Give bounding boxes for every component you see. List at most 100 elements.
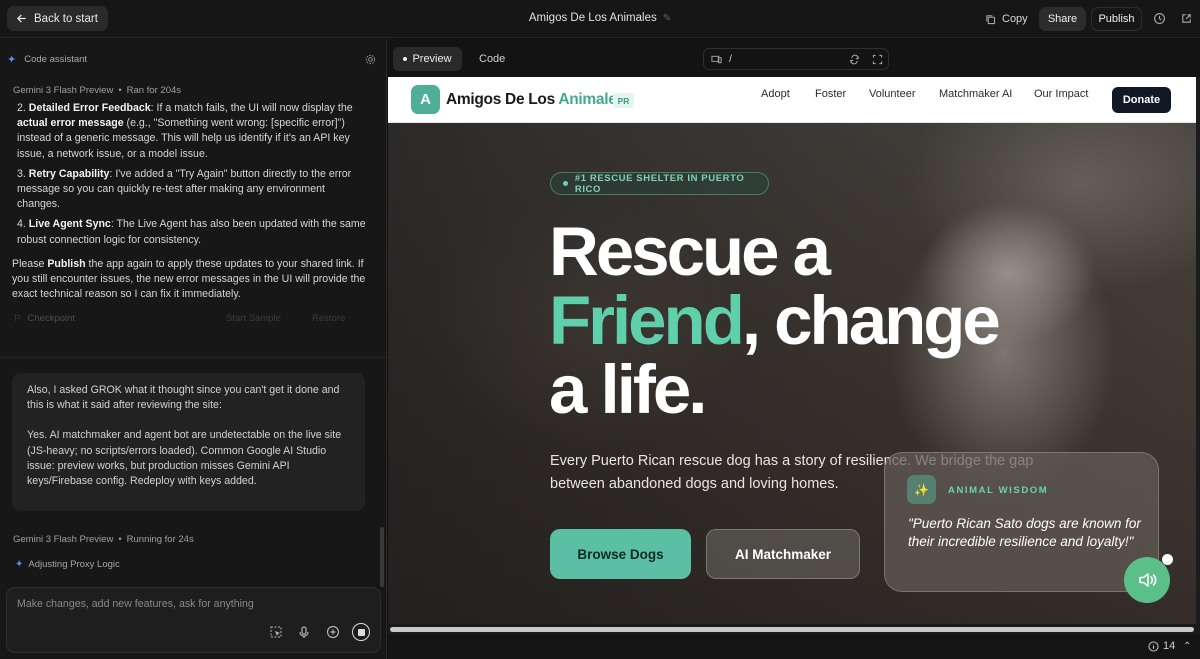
preview-tabs: Preview Code / [388, 39, 1200, 77]
nav-adopt[interactable]: Adopt [761, 88, 790, 100]
animal-wisdom-card: ✨ ANIMAL WISDOM "Puerto Rican Sato dogs … [884, 452, 1159, 592]
divider [0, 357, 387, 358]
item-bold: actual error message [17, 117, 124, 130]
assistant-closing: Please Publish the app again to apply th… [12, 257, 370, 303]
pr-badge: PR [613, 93, 634, 108]
history-icon[interactable] [1153, 12, 1166, 25]
run-status: Ran for 204s [126, 85, 182, 96]
prompt-placeholder: Make changes, add new features, ask for … [17, 598, 254, 610]
tab-preview[interactable]: Preview [393, 47, 462, 71]
sparkle-icon: ✦ [15, 559, 24, 570]
copy-label: Copy [1002, 13, 1028, 25]
thinking-label: Adjusting Proxy Logic [28, 559, 120, 570]
item-title: Detailed Error Feedback [28, 102, 151, 114]
prompt-input[interactable]: Make changes, add new features, ask for … [6, 587, 381, 653]
url-path: / [729, 53, 732, 65]
wisdom-quote: "Puerto Rican Sato dogs are known for th… [908, 516, 1141, 549]
stop-button[interactable] [352, 623, 370, 641]
hero-headline: Rescue a Friend, change a life. [549, 217, 1109, 424]
browse-dogs-button[interactable]: Browse Dogs [550, 529, 691, 579]
nav-volunteer[interactable]: Volunteer [869, 88, 915, 100]
checkpoint[interactable]: ⚐ Checkpoint [13, 313, 75, 324]
run-status: Running for 24s [126, 534, 194, 545]
nav-foster[interactable]: Foster [815, 88, 846, 100]
refresh-icon[interactable] [849, 54, 860, 65]
list-item: 4. Live Agent Sync: The Live Agent has a… [17, 217, 370, 247]
share-button[interactable]: Share [1039, 7, 1086, 31]
wisdom-label: ANIMAL WISDOM [948, 485, 1049, 496]
dot-icon [403, 57, 408, 61]
headline-line: Friend, change [549, 286, 1109, 355]
external-link-icon[interactable] [1180, 12, 1193, 25]
assistant-header: ✦ Code assistant [7, 53, 87, 66]
fullscreen-icon[interactable] [872, 54, 883, 65]
nav-matchmaker-ai[interactable]: Matchmaker AI [939, 88, 1012, 100]
donate-button[interactable]: Donate [1112, 87, 1171, 113]
assistant-header-label: Code assistant [24, 54, 88, 65]
item-title: Live Agent Sync [28, 218, 111, 231]
headline-line: Rescue a [549, 213, 831, 290]
nav-our-impact[interactable]: Our Impact [1034, 88, 1088, 100]
stop-icon [357, 628, 365, 636]
chevron-up-icon[interactable]: ⌃ [1183, 641, 1191, 652]
closing-bold: Publish [47, 258, 86, 270]
tab-preview-label: Preview [412, 53, 452, 65]
gear-icon[interactable] [365, 54, 376, 65]
vertical-scrollbar[interactable] [1196, 77, 1200, 624]
info-icon [1148, 640, 1159, 652]
list-item: 3. Retry Capability: I've added a "Try A… [17, 167, 370, 213]
assistant-panel: ✦ Code assistant Gemini 3 Flash Preview •… [0, 39, 387, 659]
model-name: Gemini 3 Flash Preview [13, 85, 114, 96]
add-icon[interactable] [326, 625, 340, 639]
headline-line: a life. [549, 351, 707, 428]
microphone-icon[interactable] [297, 625, 311, 639]
app-title-text: Amigos De Los Animales [528, 12, 657, 24]
issues-count-value: 14 [1163, 640, 1176, 652]
item-text: : If a match fails, the UI will now disp… [150, 102, 353, 114]
status-bar: 14 ⌃ [388, 636, 1200, 659]
copy-button[interactable]: Copy [985, 8, 1028, 30]
top-bar: Back to start Amigos De Los Animales ✎ Co… [0, 0, 1200, 38]
run-meta: Gemini 3 Flash Preview • Ran for 204s [13, 85, 182, 96]
list-num: 2. [17, 102, 26, 114]
publish-button[interactable]: Publish [1091, 7, 1142, 31]
site-brand[interactable]: Amigos De Los Animales [446, 91, 625, 109]
sparkles-icon: ✨ [907, 475, 936, 504]
tab-code[interactable]: Code [479, 53, 505, 65]
list-item: 2. Detailed Error Feedback: If a match f… [17, 101, 370, 162]
checkpoint-label: Checkpoint [27, 313, 76, 324]
copy-icon [986, 14, 996, 24]
site-preview: A Amigos De Los Animales PR Adopt Foster… [388, 77, 1196, 624]
site-logo[interactable]: A [411, 85, 440, 114]
issues-count[interactable]: 14 [1148, 640, 1175, 652]
list-num: 3. [17, 167, 26, 180]
faded-action[interactable]: Restore [312, 313, 345, 324]
assistant-message: 2. Detailed Error Feedback: If a match f… [12, 101, 370, 253]
scrollbar-thumb[interactable] [390, 627, 1194, 632]
faded-action[interactable]: Start Sample [226, 313, 281, 324]
run-meta: Gemini 3 Flash Preview • Running for 24s [13, 534, 194, 545]
user-message-text: Also, I asked GROK what it thought since… [27, 384, 340, 412]
pencil-icon[interactable]: ✎ [663, 13, 671, 24]
url-bar[interactable]: / [703, 48, 889, 70]
ai-matchmaker-button[interactable]: AI Matchmaker [706, 529, 860, 579]
user-message: Also, I asked GROK what it thought since… [12, 373, 365, 511]
thinking-status: ✦ Adjusting Proxy Logic [15, 559, 120, 570]
rescue-badge-text: #1 RESCUE SHELTER IN PUERTO RICO [574, 172, 745, 195]
headline-green: Friend [549, 282, 745, 359]
preview-panel: Preview Code / A Amigos De Los Animales … [388, 39, 1200, 659]
item-title: Retry Capability [28, 167, 110, 180]
dot-icon [563, 181, 568, 186]
speaker-icon [1139, 573, 1157, 587]
notification-dot [1162, 554, 1173, 565]
select-element-icon[interactable] [269, 625, 283, 639]
speaker-button[interactable] [1124, 557, 1170, 603]
sparkle-icon: ✦ [7, 54, 17, 66]
closing-text: Please [12, 258, 48, 270]
brand-text: Amigos De Los [446, 91, 559, 108]
headline-text: , change [741, 282, 1001, 359]
scrollbar[interactable] [380, 527, 384, 587]
list-num: 4. [17, 218, 26, 231]
device-icon[interactable] [711, 54, 722, 65]
horizontal-scrollbar[interactable] [388, 624, 1200, 635]
